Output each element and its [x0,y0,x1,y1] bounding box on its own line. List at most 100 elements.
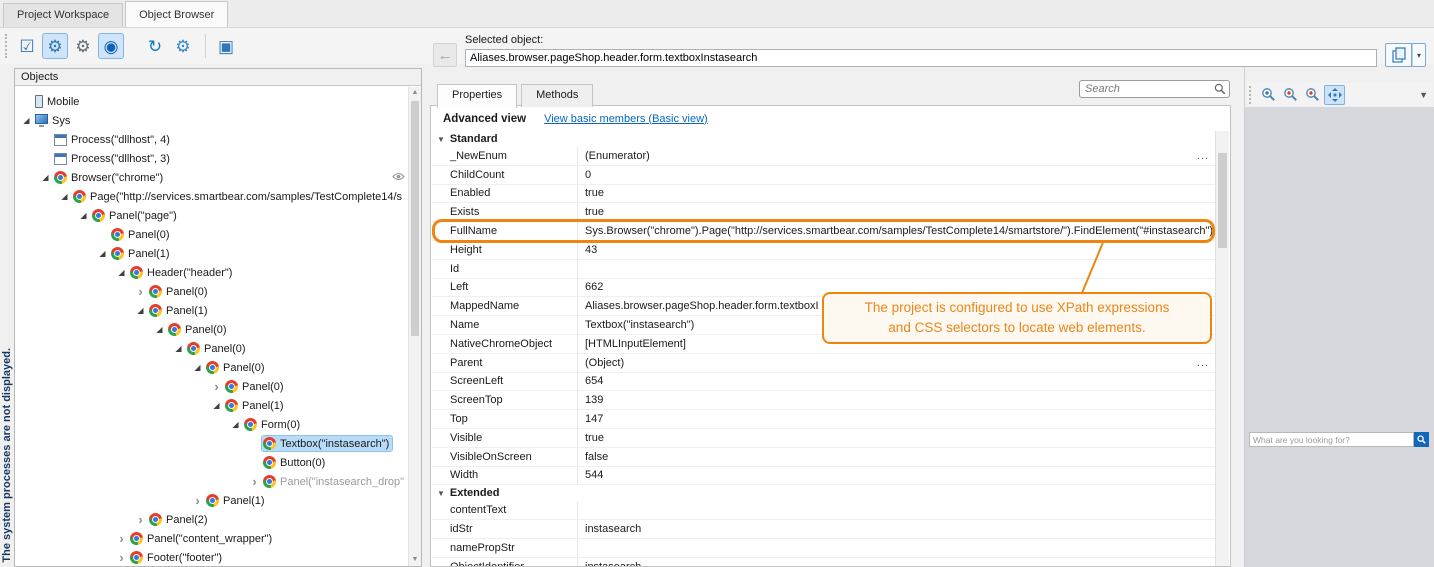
visualizer-menu-dropdown-icon[interactable]: ▼ [1415,90,1432,100]
tree-item[interactable]: ›Panel("content_wrapper") [15,529,408,548]
collapse-arrow-icon[interactable]: ◢ [76,211,91,220]
tree-node[interactable]: Page("http://services.smartbear.com/samp… [72,189,405,204]
collapse-arrow-icon[interactable]: ◢ [95,249,110,258]
tree-item[interactable]: ◢Browser("chrome") [15,168,408,187]
scroll-up-icon[interactable]: ▲ [409,87,421,99]
collapse-arrow-icon[interactable]: ◢ [152,325,167,334]
tree-node[interactable]: Mobile [34,94,82,109]
collapse-arrow-icon[interactable]: ◢ [38,173,53,182]
property-row[interactable]: Parent(Object)... [432,354,1215,373]
tree-item[interactable]: Button(0) [15,453,408,472]
expand-arrow-icon[interactable]: › [190,496,205,506]
zoom-selection-icon[interactable] [1302,85,1323,105]
tree-node[interactable]: Panel(1) [224,398,287,413]
property-row[interactable]: _NewEnum(Enumerator)... [432,147,1215,166]
tree-scrollbar-thumb[interactable] [411,101,419,336]
tree-node[interactable]: Browser("chrome") [53,170,166,185]
tree-node[interactable]: Panel(2) [148,512,211,527]
collapse-arrow-icon[interactable]: ◢ [19,116,34,125]
tree-item[interactable]: ◢Panel(1) [15,244,408,263]
tree-item[interactable]: ◢Panel(1) [15,301,408,320]
property-row[interactable]: Top147 [432,410,1215,429]
back-button[interactable]: ← [433,43,457,67]
tree-node[interactable]: Panel("instasearch_drop" [262,474,407,489]
tree-node[interactable]: Panel(0) [110,227,173,242]
expand-arrow-icon[interactable]: › [133,287,148,297]
tree-node[interactable]: Process("dllhost", 3) [53,152,173,166]
section-header[interactable]: ▼Extended [432,485,1215,501]
tree-item[interactable]: Mobile [15,92,408,111]
collapse-arrow-icon[interactable]: ◢ [114,268,129,277]
tree-node[interactable]: Panel(1) [110,246,173,261]
property-row[interactable]: VisibleOnScreenfalse [432,448,1215,467]
property-row[interactable]: contentText [432,501,1215,520]
property-row[interactable]: ObjectIdentifierinstasearch [432,558,1215,566]
property-row[interactable]: idStrinstasearch [432,520,1215,539]
object-mapping-gears-icon[interactable]: ⚙ [42,33,68,59]
tree-node[interactable]: Process("dllhost", 4) [53,133,173,147]
tree-node[interactable]: Panel(0) [167,322,230,337]
tree-item[interactable]: ◢Header("header") [15,263,408,282]
tree-item[interactable]: ◢Page("http://services.smartbear.com/sam… [15,187,408,206]
tree-node[interactable]: Textbox("instasearch") [262,436,392,451]
tree-node[interactable]: Panel("content_wrapper") [129,531,275,546]
tree-node[interactable]: Panel(0) [224,379,287,394]
copy-icon[interactable] [1385,43,1412,67]
tree-node[interactable]: Footer("footer") [129,550,225,565]
property-row[interactable]: namePropStr [432,539,1215,558]
property-row[interactable]: Height43 [432,241,1215,260]
tree-node[interactable]: Panel(0) [205,360,268,375]
tree-node[interactable]: Panel(0) [186,341,249,356]
collapse-arrow-icon[interactable]: ◢ [57,192,72,201]
basic-view-link[interactable]: View basic members (Basic view) [544,113,708,125]
expand-arrow-icon[interactable]: › [209,382,224,392]
property-row[interactable]: ScreenTop139 [432,391,1215,410]
zoom-in-icon[interactable] [1258,85,1279,105]
tree-item[interactable]: Textbox("instasearch") [15,434,408,453]
tab-properties[interactable]: Properties [437,84,517,108]
tree-item[interactable]: Process("dllhost", 3) [15,149,408,168]
tree-item[interactable]: ›Panel("instasearch_drop" [15,472,408,491]
expand-arrow-icon[interactable]: › [247,477,262,487]
collapse-arrow-icon[interactable]: ◢ [171,344,186,353]
zoom-out-icon[interactable] [1280,85,1301,105]
toolbar-drag-handle-icon[interactable] [5,34,9,58]
copy-dropdown-icon[interactable]: ▾ [1412,43,1426,67]
tree-item[interactable]: ◢Sys [15,111,408,130]
expand-arrow-icon[interactable]: › [133,515,148,525]
tree-node[interactable]: Panel("page") [91,208,180,223]
tree-item[interactable]: ◢Panel(0) [15,358,408,377]
visualizer-drag-handle-icon[interactable] [1249,86,1253,104]
tree-item[interactable]: ›Panel(0) [15,377,408,396]
property-row[interactable]: Width544 [432,467,1215,486]
tree-node[interactable]: Panel(0) [148,284,211,299]
property-row[interactable]: Enabledtrue [432,185,1215,204]
document-tab[interactable]: Object Browser [125,1,228,27]
tree-node[interactable]: Button(0) [262,455,328,470]
tree-item[interactable]: ›Panel(0) [15,282,408,301]
tab-methods[interactable]: Methods [521,84,593,107]
tree-scrollbar[interactable]: ▲ ▼ [408,87,421,566]
expand-arrow-icon[interactable]: › [114,534,129,544]
ellipsis-button[interactable]: ... [1191,357,1215,369]
property-row[interactable]: ScreenLeft654 [432,373,1215,392]
show-panels-icon[interactable]: ▣ [213,33,239,59]
document-tab[interactable]: Project Workspace [3,3,123,27]
collapse-arrow-icon[interactable]: ◢ [209,401,224,410]
checked-form-icon[interactable]: ☑ [14,33,40,59]
collapse-arrow-icon[interactable]: ◢ [133,306,148,315]
highlight-object-eye-icon[interactable]: ◉ [98,33,124,59]
tree-item[interactable]: ›Panel(2) [15,510,408,529]
collapse-arrow-icon[interactable]: ◢ [190,363,205,372]
tree-item[interactable]: ◢Panel(0) [15,320,408,339]
tree-node[interactable]: Sys [34,113,73,128]
tree-item[interactable]: Process("dllhost", 4) [15,130,408,149]
tree-node[interactable]: Form(0) [243,417,303,432]
property-row[interactable]: ChildCount0 [432,166,1215,185]
property-row[interactable]: Visibletrue [432,429,1215,448]
fit-to-window-icon[interactable] [1324,85,1345,105]
property-row[interactable]: Existstrue [432,203,1215,222]
section-header[interactable]: ▼Standard [432,131,1215,147]
tree-item[interactable]: ›Panel(1) [15,491,408,510]
member-search-input[interactable] [1085,83,1214,95]
